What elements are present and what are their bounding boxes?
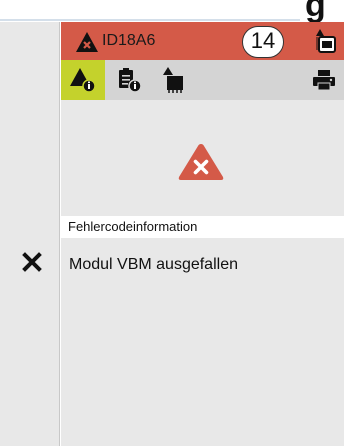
message-count-badge[interactable]: 14 [242,26,284,58]
print-button[interactable] [302,60,344,100]
alert-title-bar: ID18A6 14 [61,22,344,60]
top-strip: g [0,0,344,24]
tab-fault-info[interactable] [61,60,105,100]
warning-info-icon [70,68,96,93]
fault-message: Modul VBM ausgefallen [69,256,238,273]
section-label: Fehlercodeinformation [61,216,344,238]
module-warning-icon [163,67,183,93]
left-rail [0,22,60,446]
message-panel: ID18A6 14 Fehlercodeinformation Modul VB… [61,22,344,446]
clipboard-info-icon [119,68,142,93]
toolbar [61,60,344,100]
close-button[interactable] [22,252,42,272]
warning-x-icon [178,144,224,180]
printer-icon [313,70,335,91]
alert-id: ID18A6 [102,32,156,49]
tab-module[interactable] [153,60,197,100]
vbm-module-icon[interactable] [315,28,337,54]
header-rule [0,19,300,21]
tab-report[interactable] [107,60,151,100]
warning-x-icon [76,32,98,52]
close-icon [22,252,42,272]
